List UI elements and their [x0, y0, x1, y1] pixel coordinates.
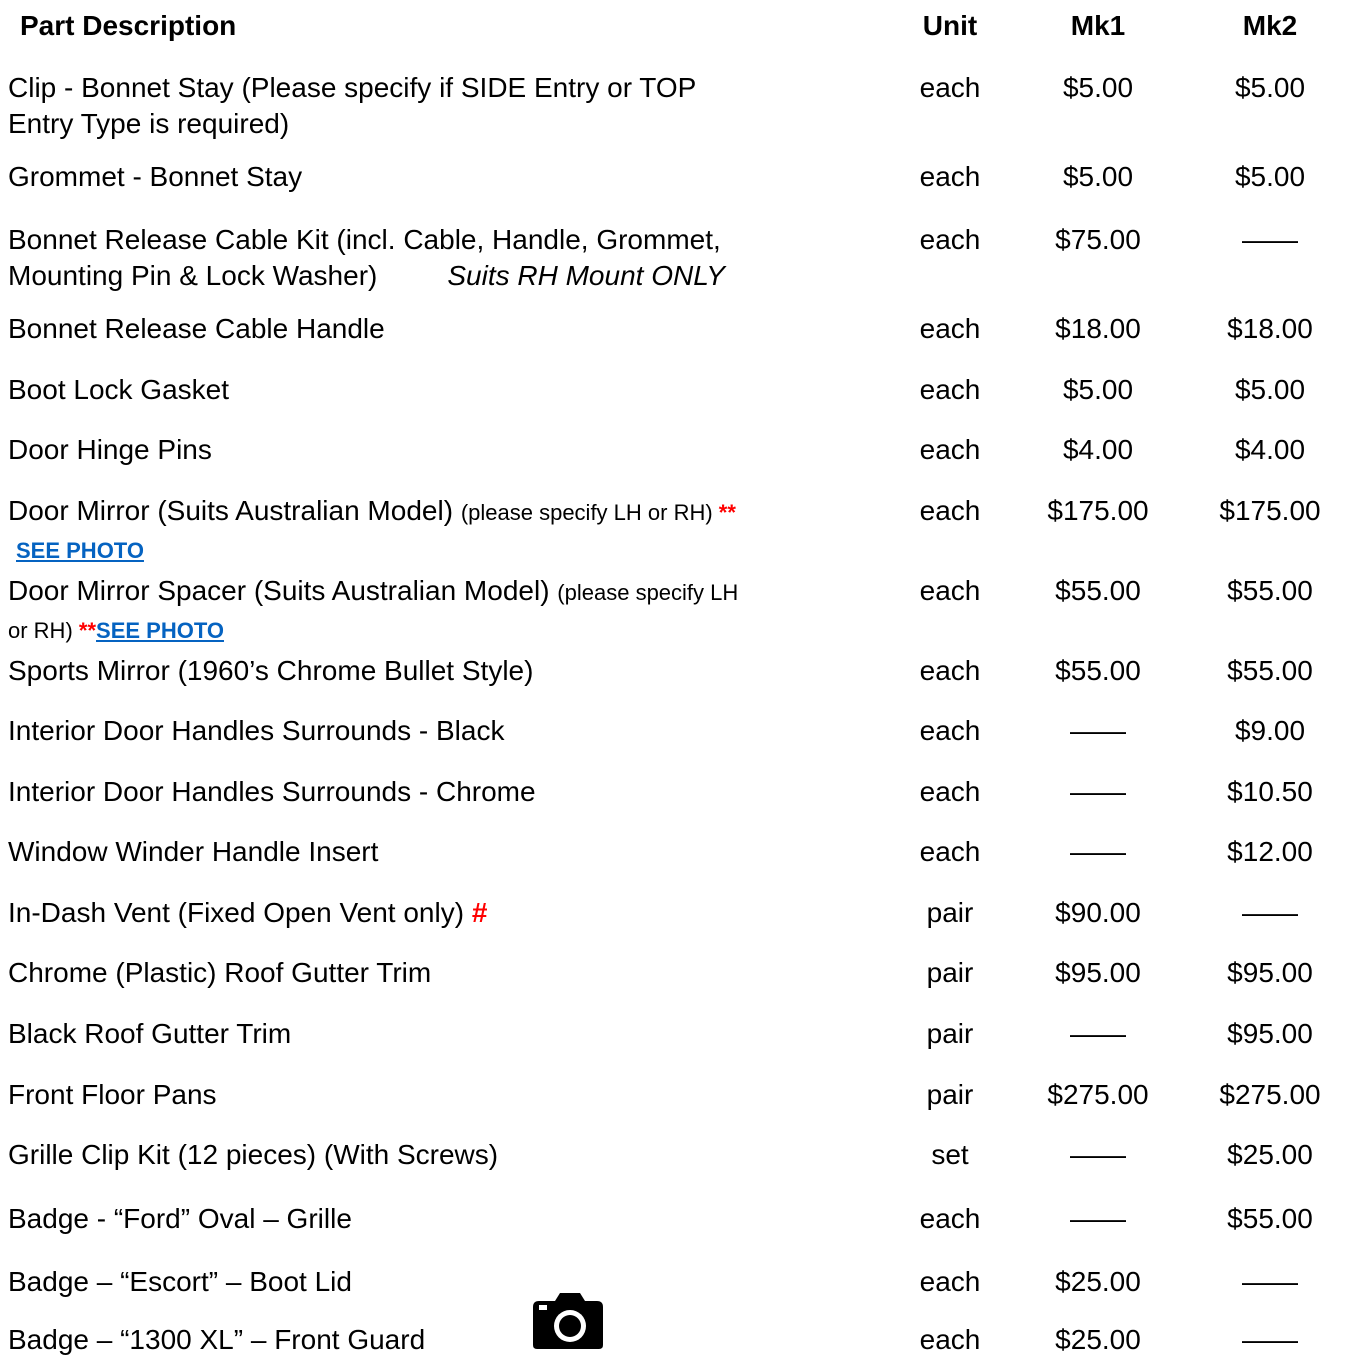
- part-description: Sports Mirror (1960’s Chrome Bullet Styl…: [8, 655, 534, 686]
- note-marker: #: [471, 897, 488, 928]
- unit-cell: pair: [926, 1018, 974, 1049]
- mk2-price: ——: [1242, 897, 1298, 928]
- part-description: Bonnet Release Cable Kit (incl. Cable, H…: [8, 224, 725, 291]
- mk1-price: $90.00: [1055, 897, 1141, 928]
- mount-note: Suits RH Mount ONLY: [447, 260, 725, 291]
- mk2-price: $55.00: [1227, 655, 1313, 686]
- unit-cell: each: [919, 495, 981, 526]
- part-description: Boot Lock Gasket: [8, 374, 230, 405]
- part-description: Bonnet Release Cable Handle: [8, 313, 385, 344]
- part-description: Clip - Bonnet Stay (Please specify if SI…: [8, 72, 697, 139]
- mk2-price: $5.00: [1234, 72, 1306, 103]
- mk2-price: ——: [1242, 1324, 1298, 1355]
- part-description: Window Winder Handle Insert: [8, 836, 379, 867]
- unit-cell: each: [919, 776, 981, 807]
- unit-cell: each: [919, 374, 981, 405]
- mk1-price: ——: [1070, 836, 1126, 867]
- unit-cell: each: [919, 434, 981, 465]
- mk2-price: $55.00: [1227, 575, 1313, 606]
- unit-cell: set: [931, 1139, 969, 1170]
- unit-cell: each: [919, 72, 981, 103]
- unit-cell: pair: [926, 897, 974, 928]
- mk1-price: $5.00: [1062, 161, 1134, 192]
- note-marker: **: [78, 618, 97, 643]
- see-photo-link[interactable]: SEE PHOTO: [96, 618, 224, 643]
- mk1-price: ——: [1070, 1018, 1126, 1049]
- unit-cell: each: [919, 224, 981, 255]
- mk2-price: $12.00: [1227, 836, 1313, 867]
- part-description: Door Hinge Pins: [8, 434, 212, 465]
- part-description: Front Floor Pans: [8, 1079, 217, 1110]
- mk2-price: ——: [1242, 1266, 1298, 1297]
- mk1-price: $275.00: [1047, 1079, 1149, 1110]
- part-description: Chrome (Plastic) Roof Gutter Trim: [8, 957, 432, 988]
- mk1-price: $75.00: [1055, 224, 1141, 255]
- camera-icon[interactable]: [531, 1291, 605, 1351]
- mk1-price: $55.00: [1055, 575, 1141, 606]
- mk1-price: $18.00: [1055, 313, 1141, 344]
- mk2-price: $95.00: [1227, 957, 1313, 988]
- mk2-price: $275.00: [1219, 1079, 1321, 1110]
- mk1-price: ——: [1070, 715, 1126, 746]
- mk2-price: $25.00: [1227, 1139, 1313, 1170]
- note-marker: **: [718, 500, 736, 525]
- unit-cell: each: [919, 1324, 981, 1355]
- mk2-price: $95.00: [1227, 1018, 1313, 1049]
- mk1-price: $25.00: [1055, 1324, 1141, 1355]
- part-description: Black Roof Gutter Trim: [8, 1018, 292, 1049]
- mk2-price: $18.00: [1227, 313, 1313, 344]
- part-description: Badge – “Escort” – Boot Lid: [8, 1266, 352, 1297]
- mk1-price: $95.00: [1055, 957, 1141, 988]
- unit-cell: each: [919, 836, 981, 867]
- header-mk2: Mk2: [1242, 10, 1298, 41]
- mk2-price: ——: [1242, 224, 1298, 255]
- part-description: Interior Door Handles Surrounds - Chrome: [8, 776, 536, 807]
- mk2-price: $5.00: [1234, 161, 1306, 192]
- mk2-price: $9.00: [1234, 715, 1306, 746]
- mk2-price: $10.50: [1227, 776, 1313, 807]
- mk1-price: $55.00: [1055, 655, 1141, 686]
- unit-cell: each: [919, 655, 981, 686]
- header-unit: Unit: [922, 10, 978, 41]
- part-description: Door Mirror Spacer (Suits Australian Mod…: [8, 575, 739, 643]
- mk1-price: $5.00: [1062, 72, 1134, 103]
- unit-cell: pair: [926, 957, 974, 988]
- header-part-description: Part Description: [20, 10, 237, 41]
- part-description: In-Dash Vent (Fixed Open Vent only) #: [8, 897, 488, 928]
- unit-cell: pair: [926, 1079, 974, 1110]
- mk1-price: $175.00: [1047, 495, 1149, 526]
- mk1-price: $25.00: [1055, 1266, 1141, 1297]
- unit-cell: each: [919, 575, 981, 606]
- mk1-price: $4.00: [1062, 434, 1134, 465]
- part-description: Badge – “1300 XL” – Front Guard: [8, 1324, 426, 1355]
- part-description: Grommet - Bonnet Stay: [8, 161, 303, 192]
- mk2-price: $4.00: [1234, 434, 1306, 465]
- mk2-price: $5.00: [1234, 374, 1306, 405]
- unit-cell: each: [919, 313, 981, 344]
- part-description: Grille Clip Kit (12 pieces) (With Screws…: [8, 1139, 499, 1170]
- mk2-price: $175.00: [1219, 495, 1321, 526]
- camera-icon-graphic: [533, 1293, 603, 1349]
- part-description: Badge - “Ford” Oval – Grille: [8, 1203, 352, 1234]
- part-description: Door Mirror (Suits Australian Model) (pl…: [8, 495, 736, 563]
- see-photo-link[interactable]: SEE PHOTO: [16, 538, 144, 563]
- unit-cell: each: [919, 161, 981, 192]
- mk1-price: ——: [1070, 1139, 1126, 1170]
- header-mk1: Mk1: [1070, 10, 1126, 41]
- mk1-price: ——: [1070, 1203, 1126, 1234]
- part-description: Interior Door Handles Surrounds - Black: [8, 715, 505, 746]
- unit-cell: each: [919, 1203, 981, 1234]
- mk1-price: $5.00: [1062, 374, 1134, 405]
- unit-cell: each: [919, 1266, 981, 1297]
- mk1-price: ——: [1070, 776, 1126, 807]
- unit-cell: each: [919, 715, 981, 746]
- mk2-price: $55.00: [1227, 1203, 1313, 1234]
